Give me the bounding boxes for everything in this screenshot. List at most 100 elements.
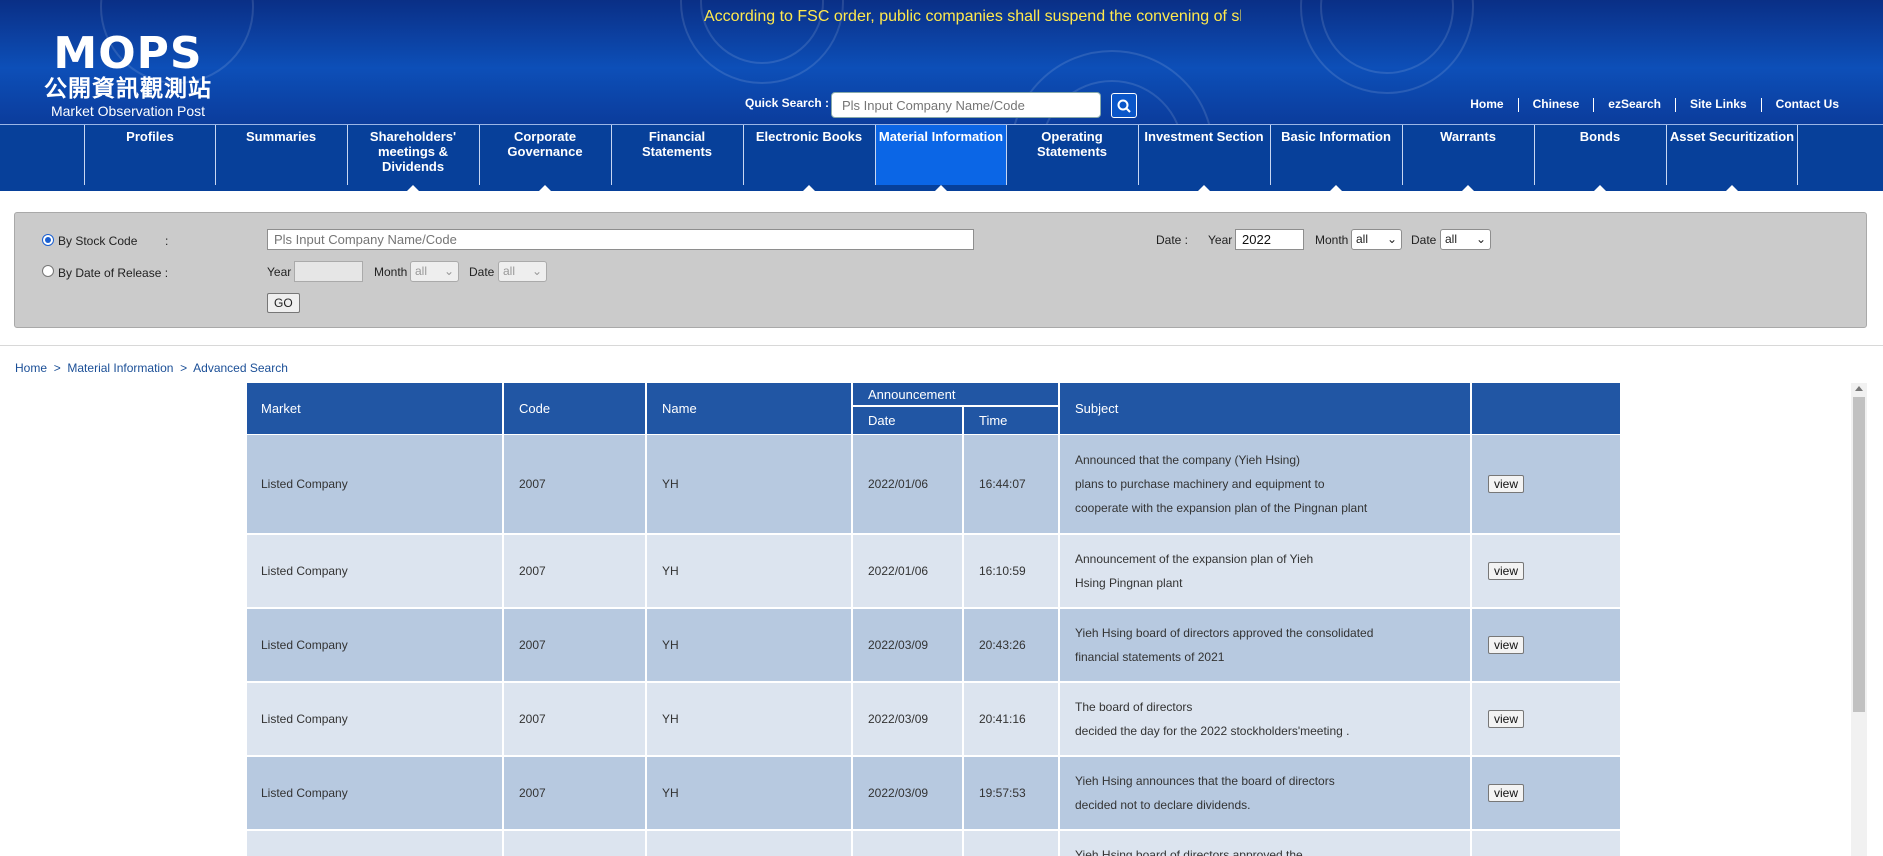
mops-logo[interactable]: MOPS 公開資訊觀測站 Market Observation Post Sys… xyxy=(28,28,228,125)
scroll-thumb[interactable] xyxy=(1853,397,1865,712)
nav-label: Profiles xyxy=(126,129,174,144)
cell-date: 2022/01/06 xyxy=(853,435,964,533)
month-label: Month xyxy=(1315,233,1349,247)
cell-name: YH xyxy=(647,757,853,829)
dropdown-arrow-icon xyxy=(1330,185,1342,191)
nav-item-shareholders-meetings[interactable]: Shareholders' meetings & Dividends xyxy=(347,125,478,191)
month-select-2[interactable]: all ⌄ xyxy=(410,261,459,282)
subject-line: financial statements of 2021 xyxy=(1075,650,1225,664)
search-icon xyxy=(1117,99,1131,113)
table-row: Listed Company 2007 YH 2022/03/09 19:57:… xyxy=(247,757,1620,829)
month-select-value: all xyxy=(415,264,428,278)
nav-item-electronic-books[interactable]: Electronic Books xyxy=(743,125,874,191)
subject-line: cooperate with the expansion plan of the… xyxy=(1075,501,1368,515)
year-input-2[interactable] xyxy=(294,261,363,282)
cell-subject: Yieh Hsing board of directors approved t… xyxy=(1060,831,1472,856)
nav-item-profiles[interactable]: Profiles xyxy=(84,125,215,185)
top-link-chinese[interactable]: Chinese xyxy=(1519,97,1594,112)
cell-action xyxy=(1472,831,1620,856)
breadcrumb-advanced-search[interactable]: Advanced Search xyxy=(193,361,288,375)
subject-line: Yieh Hsing announces that the board of d… xyxy=(1075,774,1335,788)
nav-label: Electronic Books xyxy=(755,129,863,144)
quick-search-button[interactable] xyxy=(1111,93,1137,118)
dropdown-arrow-icon xyxy=(539,185,551,191)
header-code: Code xyxy=(504,383,647,434)
company-code-input[interactable] xyxy=(267,229,974,250)
cell-time xyxy=(964,831,1060,856)
cell-subject: Announcement of the expansion plan of Yi… xyxy=(1060,535,1472,607)
cell-time: 16:10:59 xyxy=(964,535,1060,607)
month-select[interactable]: all ⌄ xyxy=(1351,229,1402,250)
date-select-value: all xyxy=(503,264,516,278)
date-select-2[interactable]: all ⌄ xyxy=(498,261,547,282)
results-scrollbar[interactable] xyxy=(1851,383,1867,856)
dropdown-arrow-icon xyxy=(803,185,815,191)
top-link-site-links[interactable]: Site Links xyxy=(1676,97,1761,112)
subject-text: The board of directors decided the day fo… xyxy=(1075,695,1349,743)
scroll-up-icon[interactable] xyxy=(1855,386,1863,391)
view-button[interactable]: view xyxy=(1488,636,1525,654)
nav-label: Financial Statements xyxy=(641,129,713,159)
cell-action: view xyxy=(1472,535,1620,607)
radio-by-stock-code[interactable] xyxy=(42,234,54,246)
nav-item-bonds[interactable]: Bonds xyxy=(1534,125,1665,191)
top-link-contact-us[interactable]: Contact Us xyxy=(1762,97,1853,112)
divider xyxy=(0,345,1883,346)
advanced-search-panel: By Stock Code : Date : Year 2022 Month a… xyxy=(14,212,1867,328)
year-input[interactable]: 2022 xyxy=(1235,229,1304,250)
view-button[interactable]: view xyxy=(1488,475,1525,493)
logo-mark: MOPS xyxy=(53,28,203,79)
top-link-home[interactable]: Home xyxy=(1456,97,1517,112)
radio-by-date-of-release[interactable] xyxy=(42,265,54,277)
subject-text: Announced that the company (Yieh Hsing) p… xyxy=(1075,448,1367,520)
cell-market: Listed Company xyxy=(247,683,504,755)
nav-item-investment-section[interactable]: Investment Section xyxy=(1138,125,1269,191)
date-select-value: all xyxy=(1445,232,1458,246)
cell-name: YH xyxy=(647,435,853,533)
nav-item-operating-statements[interactable]: Operating Statements xyxy=(1006,125,1137,185)
nav-item-summaries[interactable]: Summaries xyxy=(215,125,346,185)
breadcrumb-home[interactable]: Home xyxy=(15,361,47,375)
cell-market: Listed Company xyxy=(247,609,504,681)
nav-label: Shareholders' meetings & Dividends xyxy=(369,129,457,174)
by-stock-code-label: By Stock Code xyxy=(58,234,138,248)
nav-item-material-information[interactable]: Material Information xyxy=(875,125,1006,191)
go-button[interactable]: GO xyxy=(267,293,300,313)
view-button[interactable]: view xyxy=(1488,562,1525,580)
nav-label: Material Information xyxy=(878,129,1004,144)
top-link-ezsearch[interactable]: ezSearch xyxy=(1594,97,1675,112)
colon-label: : xyxy=(165,234,169,248)
view-button[interactable]: view xyxy=(1488,710,1525,728)
quick-search-input[interactable] xyxy=(831,92,1101,118)
view-button[interactable]: view xyxy=(1488,784,1525,802)
nav-item-corporate-governance[interactable]: Corporate Governance xyxy=(479,125,610,191)
cell-date: 2022/03/09 xyxy=(853,683,964,755)
cell-time: 16:44:07 xyxy=(964,435,1060,533)
subject-line: Yieh Hsing board of directors approved t… xyxy=(1075,848,1303,856)
date-select[interactable]: all ⌄ xyxy=(1440,229,1491,250)
news-ticker[interactable]: According to FSC order, public companies… xyxy=(704,6,1241,28)
nav-label: Operating Statements xyxy=(1036,129,1108,159)
cell-name: YH xyxy=(647,609,853,681)
chevron-down-icon: ⌄ xyxy=(531,264,542,278)
dropdown-arrow-icon xyxy=(1198,185,1210,191)
nav-item-warrants[interactable]: Warrants xyxy=(1402,125,1533,191)
logo-english-name: Market Observation Post System xyxy=(50,103,206,124)
main-nav: Profiles Summaries Shareholders' meeting… xyxy=(0,124,1883,191)
cell-date: 2022/03/09 xyxy=(853,757,964,829)
table-row: Listed Company 2007 YH 2022/03/09 20:41:… xyxy=(247,683,1620,755)
year-label-2: Year xyxy=(267,265,292,279)
cell-code: 2007 xyxy=(504,609,647,681)
cell-action: view xyxy=(1472,609,1620,681)
date-label-2: Date xyxy=(469,265,495,279)
subject-line: plans to purchase machinery and equipmen… xyxy=(1075,477,1325,491)
cell-subject: Yieh Hsing announces that the board of d… xyxy=(1060,757,1472,829)
breadcrumb-material-information[interactable]: Material Information xyxy=(67,361,173,375)
nav-item-basic-information[interactable]: Basic Information xyxy=(1270,125,1401,191)
nav-item-financial-statements[interactable]: Financial Statements xyxy=(611,125,742,185)
cell-date: 2022/01/06 xyxy=(853,535,964,607)
cell-code xyxy=(504,831,647,856)
date-select-label: Date xyxy=(1411,233,1437,247)
nav-item-asset-securitization[interactable]: Asset Securitization xyxy=(1666,125,1797,191)
cell-code: 2007 xyxy=(504,757,647,829)
